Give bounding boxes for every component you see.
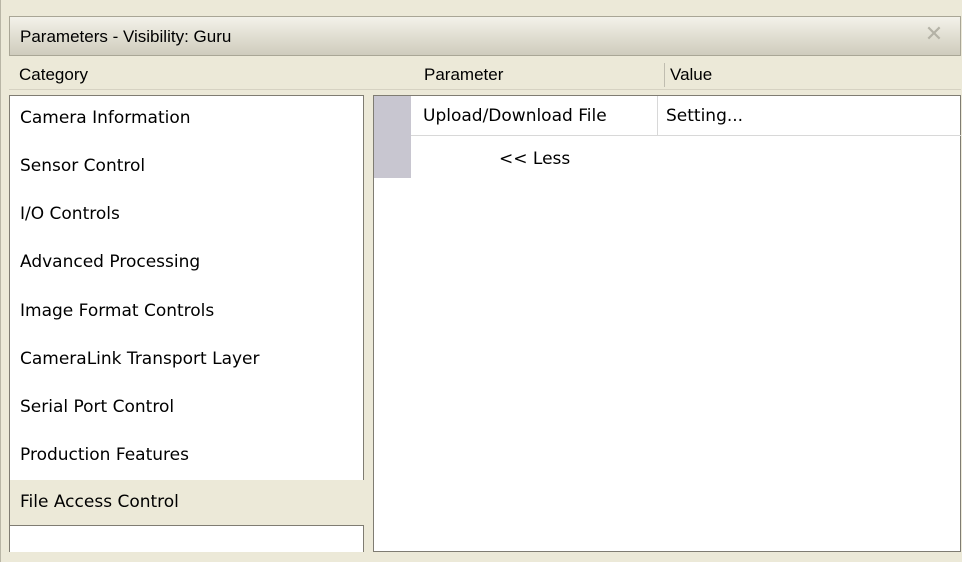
parameter-grid: Upload/Download File Setting... << Less <box>373 95 961 552</box>
bottom-edge <box>1 552 962 562</box>
category-item-file-access-control[interactable]: File Access Control <box>9 480 364 525</box>
less-button[interactable]: << Less <box>499 149 570 169</box>
category-item-production-features[interactable]: Production Features <box>20 445 189 465</box>
close-icon[interactable]: ✕ <box>922 23 946 47</box>
category-list-lower <box>9 525 364 552</box>
row-selector-gutter[interactable] <box>374 96 411 178</box>
cell-divider <box>657 96 658 135</box>
category-item-io-controls[interactable]: I/O Controls <box>20 204 120 224</box>
parameter-header[interactable]: Parameter <box>424 65 503 85</box>
category-item-camera-information[interactable]: Camera Information <box>20 108 191 128</box>
category-item-cameralink-transport-layer[interactable]: CameraLink Transport Layer <box>20 349 260 369</box>
selected-category-label: File Access Control <box>20 492 179 512</box>
table-row[interactable]: Upload/Download File Setting... <box>411 96 961 136</box>
category-item-image-format-controls[interactable]: Image Format Controls <box>20 301 214 321</box>
category-list: Camera Information Sensor Control I/O Co… <box>9 95 364 481</box>
category-header[interactable]: Category <box>19 65 88 85</box>
category-item-sensor-control[interactable]: Sensor Control <box>20 156 145 176</box>
parameters-panel: Parameters - Visibility: Guru ✕ Category… <box>0 0 962 562</box>
header-divider[interactable] <box>664 63 665 87</box>
parameter-value[interactable]: Setting... <box>666 106 743 126</box>
column-header-row: Category Parameter Value <box>9 61 961 90</box>
category-item-serial-port-control[interactable]: Serial Port Control <box>20 397 174 417</box>
window-title: Parameters - Visibility: Guru <box>20 27 232 46</box>
category-item-advanced-processing[interactable]: Advanced Processing <box>20 252 200 272</box>
value-header[interactable]: Value <box>670 65 712 85</box>
parameter-name: Upload/Download File <box>423 106 607 126</box>
title-bar: Parameters - Visibility: Guru ✕ <box>9 16 961 56</box>
